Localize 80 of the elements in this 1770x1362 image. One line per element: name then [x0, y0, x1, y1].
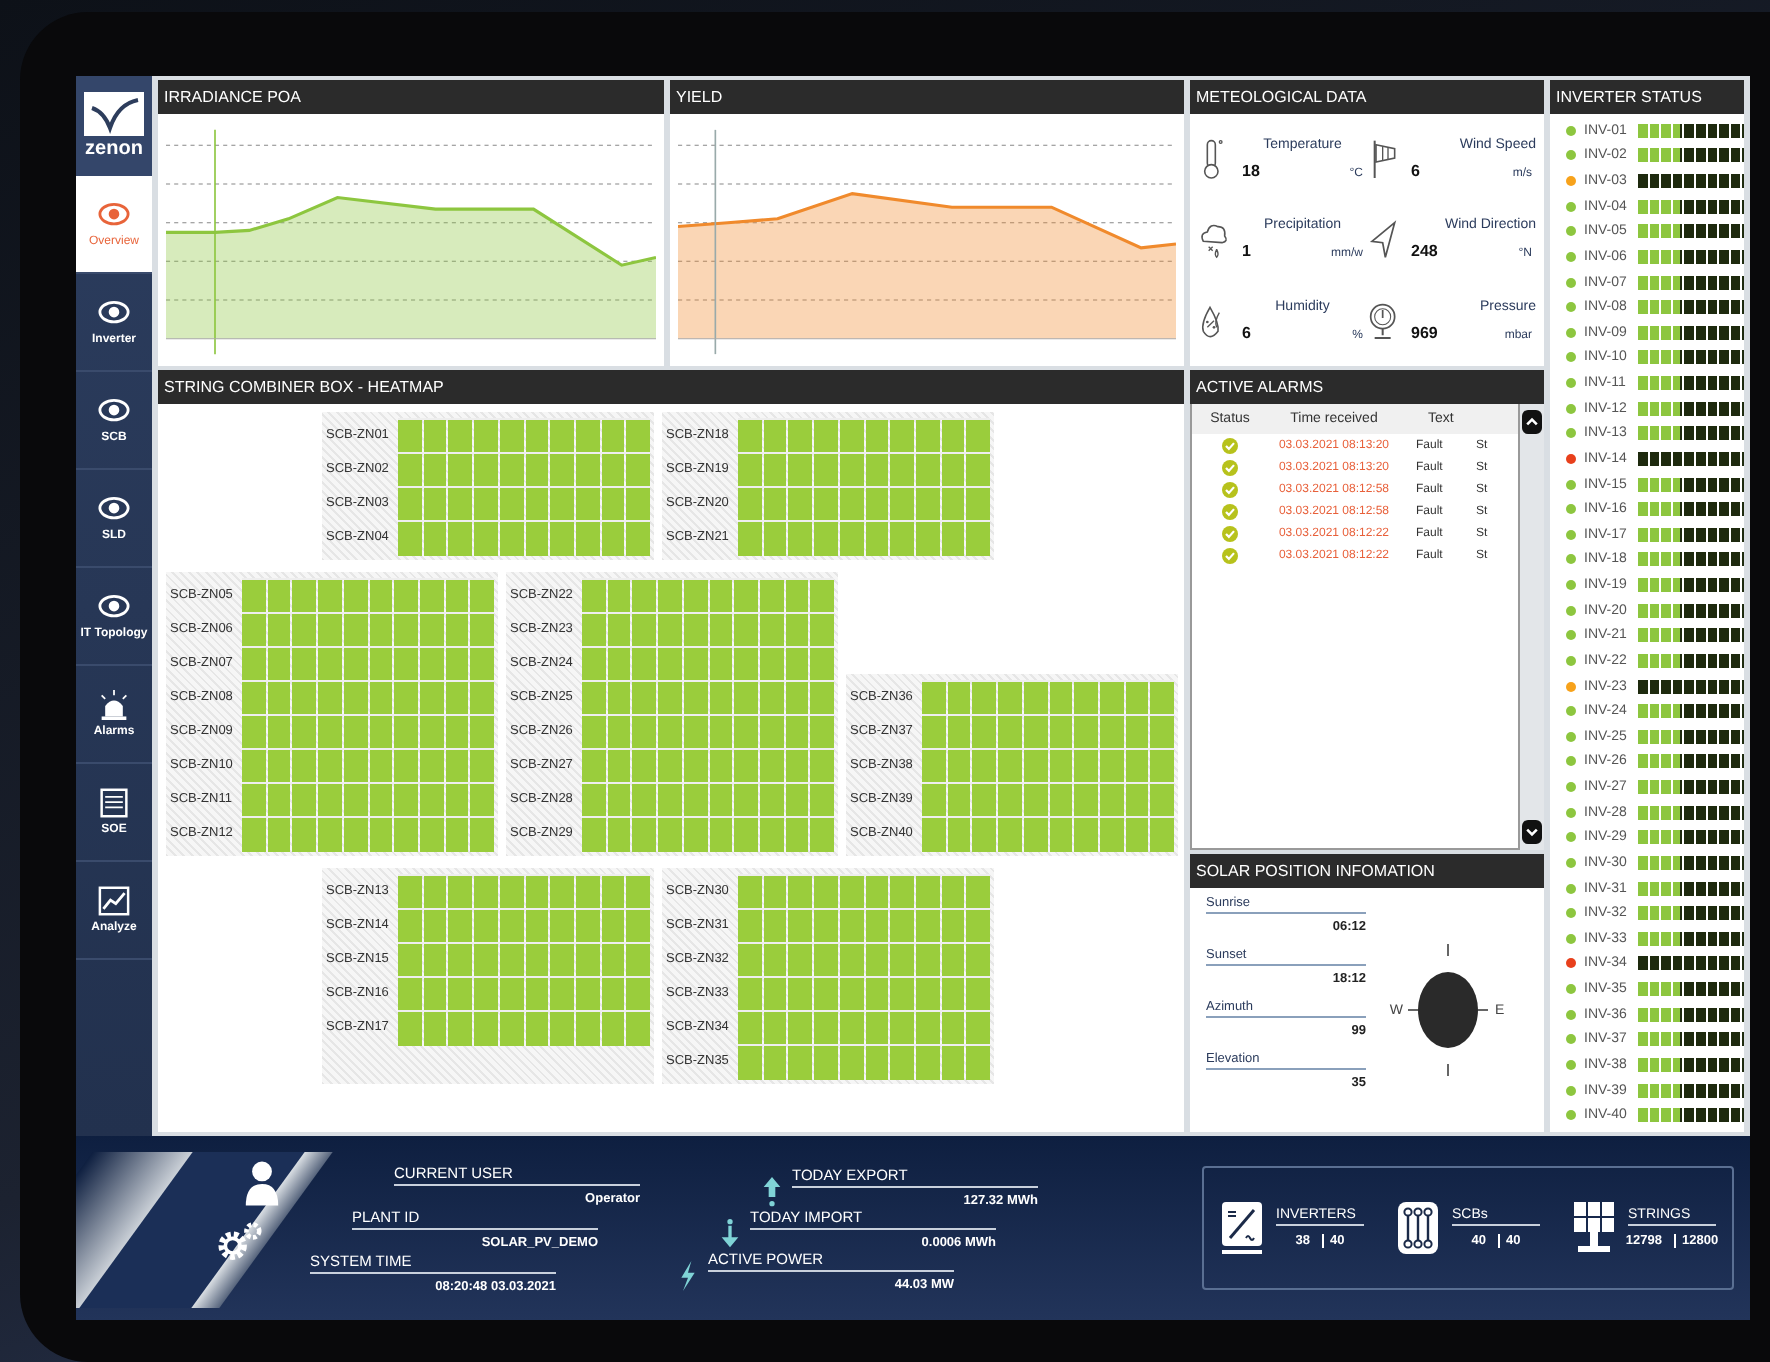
- navigation-arrow-icon: [1367, 217, 1399, 262]
- meteo-value: 1: [1242, 242, 1251, 261]
- arrow-down-icon: [720, 1217, 740, 1249]
- gears-icon: [216, 1220, 264, 1264]
- panel-title: YIELD: [670, 80, 1184, 114]
- check-icon: [1222, 437, 1238, 453]
- inverter-icon: [1220, 1200, 1264, 1256]
- sun-position-drawing: [1404, 940, 1493, 1080]
- check-icon: [1222, 459, 1238, 475]
- eye-icon: [96, 494, 132, 524]
- level-bar: [1637, 1108, 1744, 1123]
- meteo-value: 6: [1242, 324, 1251, 343]
- level-bar: [1637, 830, 1744, 845]
- combiner-box-icon: [1396, 1200, 1440, 1256]
- lightning-icon: [678, 1259, 698, 1291]
- meteo-value: 969: [1411, 324, 1438, 343]
- gauge-icon: [1367, 299, 1399, 344]
- check-icon: [1222, 525, 1238, 541]
- scroll-down-button[interactable]: [1522, 820, 1542, 844]
- level-bar: [1637, 780, 1744, 795]
- level-bar: [1637, 275, 1744, 290]
- arrow-up-icon: [762, 1175, 782, 1207]
- level-bar: [1637, 1057, 1744, 1072]
- level-bar: [1637, 123, 1744, 138]
- logo-icon: [84, 92, 144, 136]
- meteo-value: 6: [1411, 161, 1420, 180]
- level-bar: [1637, 653, 1744, 668]
- check-icon: [1222, 503, 1238, 519]
- panel-title: METEOLOGICAL DATA: [1190, 80, 1544, 114]
- level-bar: [1637, 881, 1744, 896]
- level-bar: [1637, 401, 1744, 416]
- chevron-down-icon: [1524, 824, 1540, 840]
- level-bar: [1637, 552, 1744, 567]
- level-bar: [1637, 148, 1744, 163]
- level-bar: [1637, 729, 1744, 744]
- meteo-value: 18: [1242, 161, 1260, 180]
- panel-title: STRING COMBINER BOX - HEATMAP: [158, 370, 1184, 404]
- user-icon: [244, 1160, 280, 1208]
- scroll-up-button[interactable]: [1522, 410, 1542, 434]
- level-bar: [1637, 300, 1744, 315]
- level-bar: [1637, 350, 1744, 365]
- meteo-value: 248: [1411, 242, 1438, 261]
- level-bar: [1637, 855, 1744, 870]
- level-bar: [1637, 931, 1744, 946]
- level-bar: [1637, 578, 1744, 593]
- level-bar: [1637, 754, 1744, 769]
- panel-title: ACTIVE ALARMS: [1190, 370, 1544, 404]
- eye-icon: [96, 396, 132, 426]
- level-bar: [1637, 704, 1744, 719]
- level-bar: [1637, 376, 1744, 391]
- beacon-icon: [96, 690, 132, 720]
- panel-title: INVERTER STATUS: [1550, 80, 1744, 114]
- level-bar: [1637, 1007, 1744, 1022]
- eye-icon: [96, 592, 132, 622]
- level-bar: [1637, 502, 1744, 517]
- chevron-up-icon: [1524, 414, 1540, 430]
- level-bar: [1637, 325, 1744, 340]
- list-icon: [96, 788, 132, 818]
- check-icon: [1222, 481, 1238, 497]
- logo-text: zenon: [85, 138, 143, 160]
- level-bar: [1637, 224, 1744, 239]
- level-bar: [1637, 477, 1744, 492]
- eye-icon: [96, 298, 132, 328]
- level-bar: [1637, 982, 1744, 997]
- level-bar: [1637, 906, 1744, 921]
- check-icon: [1222, 547, 1238, 563]
- eye-icon: [96, 200, 132, 230]
- chart-icon: [96, 886, 132, 916]
- panel-title: IRRADIANCE POA: [158, 80, 664, 114]
- level-bar: [1637, 199, 1744, 214]
- level-bar: [1637, 249, 1744, 264]
- level-bar: [1637, 1083, 1744, 1098]
- level-bar: [1637, 603, 1744, 618]
- level-bar: [1637, 1032, 1744, 1047]
- level-bar: [1637, 426, 1744, 441]
- level-bar: [1637, 628, 1744, 643]
- level-bar: [1637, 805, 1744, 820]
- panel-title: SOLAR POSITION INFOMATION: [1190, 854, 1544, 888]
- solar-panel-icon: [1572, 1200, 1616, 1256]
- level-bar: [1637, 527, 1744, 542]
